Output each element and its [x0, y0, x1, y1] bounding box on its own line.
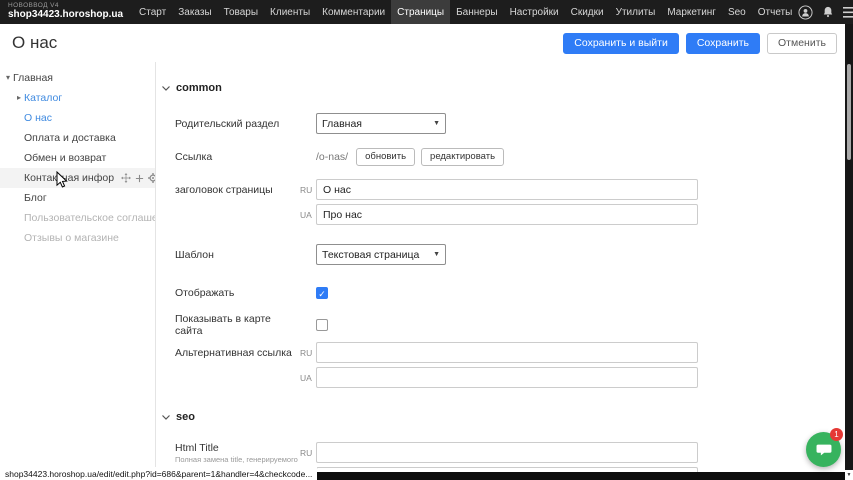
template-row: Шаблон Текстовая страница ▼: [175, 244, 835, 265]
link-row: Ссылка /o-nas/ обновить редактировать: [175, 146, 835, 167]
lang-ru-badge: RU: [300, 448, 314, 458]
settings-gear-icon[interactable]: [148, 173, 155, 183]
html-title-note: Полная замена title, генерируемого: [175, 455, 300, 464]
menu-item-orders[interactable]: Заказы: [172, 0, 217, 24]
link-path-value: /o-nas/: [316, 151, 348, 163]
section-seo-toggle[interactable]: seo: [162, 411, 195, 423]
menu-item-marketing[interactable]: Маркетинг: [661, 0, 722, 24]
menu-item-clients[interactable]: Клиенты: [264, 0, 316, 24]
menu-item-utilities[interactable]: Утилиты: [610, 0, 662, 24]
chevron-down-icon: [162, 86, 170, 91]
page-title-ru-row: заголовок страницы RU: [175, 179, 835, 200]
alt-link-ua-row: UA: [175, 367, 835, 388]
html-title-ru-input[interactable]: [316, 442, 698, 463]
topbar: НОВОВВОД V4 shop34423.horoshop.ua Старт …: [0, 0, 853, 24]
display-row: Отображать ✓: [175, 282, 835, 303]
template-select[interactable]: Текстовая страница ▼: [316, 244, 446, 265]
menu-item-settings[interactable]: Настройки: [504, 0, 565, 24]
link-preview-statusbar: shop34423.horoshop.ua/edit/edit.php?id=6…: [0, 467, 317, 480]
logo-domain-label: shop34423.horoshop.ua: [8, 10, 123, 21]
menu-item-products[interactable]: Товары: [218, 0, 264, 24]
template-label: Шаблон: [175, 249, 300, 261]
cancel-button[interactable]: Отменить: [767, 33, 837, 54]
tree-item-contact-info[interactable]: Контактная инфор: [0, 168, 155, 188]
html-title-label: Html Title: [175, 442, 219, 454]
select-caret-icon: ▼: [433, 120, 440, 127]
lang-ru-badge: RU: [300, 348, 314, 358]
link-edit-button[interactable]: редактировать: [421, 148, 504, 166]
sitemap-row: Показывать в карте сайта: [175, 314, 835, 335]
logo[interactable]: НОВОВВОД V4 shop34423.horoshop.ua: [0, 3, 133, 20]
alt-link-ru-input[interactable]: [316, 342, 698, 363]
page-title-ua-input[interactable]: [316, 204, 698, 225]
caret-down-icon[interactable]: ▾: [3, 68, 13, 88]
alt-link-ru-row: Альтернативная ссылка RU: [175, 342, 835, 363]
tree-item-store-reviews[interactable]: Отзывы о магазине: [0, 228, 155, 248]
section-common-toggle[interactable]: common: [162, 82, 222, 94]
link-refresh-button[interactable]: обновить: [356, 148, 415, 166]
scrollbar-thumb[interactable]: [847, 64, 851, 160]
menu-item-pages[interactable]: Страницы: [391, 0, 450, 24]
menu-item-start[interactable]: Старт: [133, 0, 172, 24]
menu-item-discounts[interactable]: Скидки: [565, 0, 610, 24]
user-account-icon[interactable]: [798, 5, 813, 20]
notifications-bell-icon[interactable]: [821, 5, 835, 19]
caret-right-icon[interactable]: ▸: [14, 88, 24, 108]
chevron-down-icon: [162, 415, 170, 420]
lang-ua-badge: UA: [300, 210, 314, 220]
tree-item-user-agreement[interactable]: Пользовательское соглашение: [0, 208, 155, 228]
save-button[interactable]: Сохранить: [686, 33, 760, 54]
page-header: О нас Сохранить и выйти Сохранить Отмени…: [0, 24, 845, 62]
chat-bubble-icon: [815, 441, 833, 459]
alt-link-label: Альтернативная ссылка: [175, 347, 300, 359]
display-checkbox[interactable]: ✓: [316, 287, 328, 299]
header-buttons: Сохранить и выйти Сохранить Отменить: [563, 33, 845, 54]
tree-item-exchange-return[interactable]: Обмен и возврат: [0, 148, 155, 168]
display-label: Отображать: [175, 287, 300, 299]
tree-item-about-us[interactable]: О нас: [0, 108, 155, 128]
page-title: О нас: [0, 33, 57, 53]
tree-item-catalog[interactable]: ▸ Каталог: [0, 88, 155, 108]
hamburger-menu-icon[interactable]: [843, 7, 853, 18]
menu-item-banners[interactable]: Баннеры: [450, 0, 503, 24]
parent-section-label: Родительский раздел: [175, 118, 300, 130]
link-label: Ссылка: [175, 151, 300, 163]
add-page-icon[interactable]: [135, 174, 144, 183]
topbar-menu: Старт Заказы Товары Клиенты Комментарии …: [133, 0, 798, 24]
scrollbar-down-button[interactable]: ▼: [845, 470, 853, 480]
alt-link-ua-input[interactable]: [316, 367, 698, 388]
vertical-scrollbar[interactable]: ▼: [845, 24, 853, 480]
menu-item-seo[interactable]: Seo: [722, 0, 752, 24]
sitemap-label: Показывать в карте сайта: [175, 313, 300, 337]
admin-screen: НОВОВВОД V4 shop34423.horoshop.ua Старт …: [0, 0, 853, 480]
chat-unread-badge: 1: [830, 428, 843, 441]
topbar-icons: [798, 5, 853, 20]
page-title-ua-row: UA: [175, 204, 835, 225]
tree-item-blog[interactable]: Блог: [0, 188, 155, 208]
parent-section-select[interactable]: Главная ▼: [316, 113, 446, 134]
tree-item-payment-delivery[interactable]: Оплата и доставка: [0, 128, 155, 148]
tree-item-actions: [121, 173, 155, 183]
page-title-label: заголовок страницы: [175, 184, 300, 196]
pages-tree-sidebar: ▾ Главная ▸ Каталог О нас Оплата и доста…: [0, 62, 156, 472]
page-title-ru-input[interactable]: [316, 179, 698, 200]
menu-item-reports[interactable]: Отчеты: [752, 0, 799, 24]
parent-section-row: Родительский раздел Главная ▼: [175, 113, 835, 134]
page-edit-form: common Родительский раздел Главная ▼ Ссы…: [156, 62, 845, 480]
lang-ru-badge: RU: [300, 185, 314, 195]
tree-item-main[interactable]: ▾ Главная: [0, 68, 155, 88]
select-caret-icon: ▼: [433, 251, 440, 258]
save-and-exit-button[interactable]: Сохранить и выйти: [563, 33, 679, 54]
drag-move-icon[interactable]: [121, 173, 131, 183]
lang-ua-badge: UA: [300, 373, 314, 383]
html-title-ru-row: Html Title Полная замена title, генериру…: [175, 442, 835, 463]
chat-launcher-button[interactable]: 1: [806, 432, 841, 467]
menu-item-comments[interactable]: Комментарии: [316, 0, 391, 24]
sitemap-checkbox[interactable]: [316, 319, 328, 331]
